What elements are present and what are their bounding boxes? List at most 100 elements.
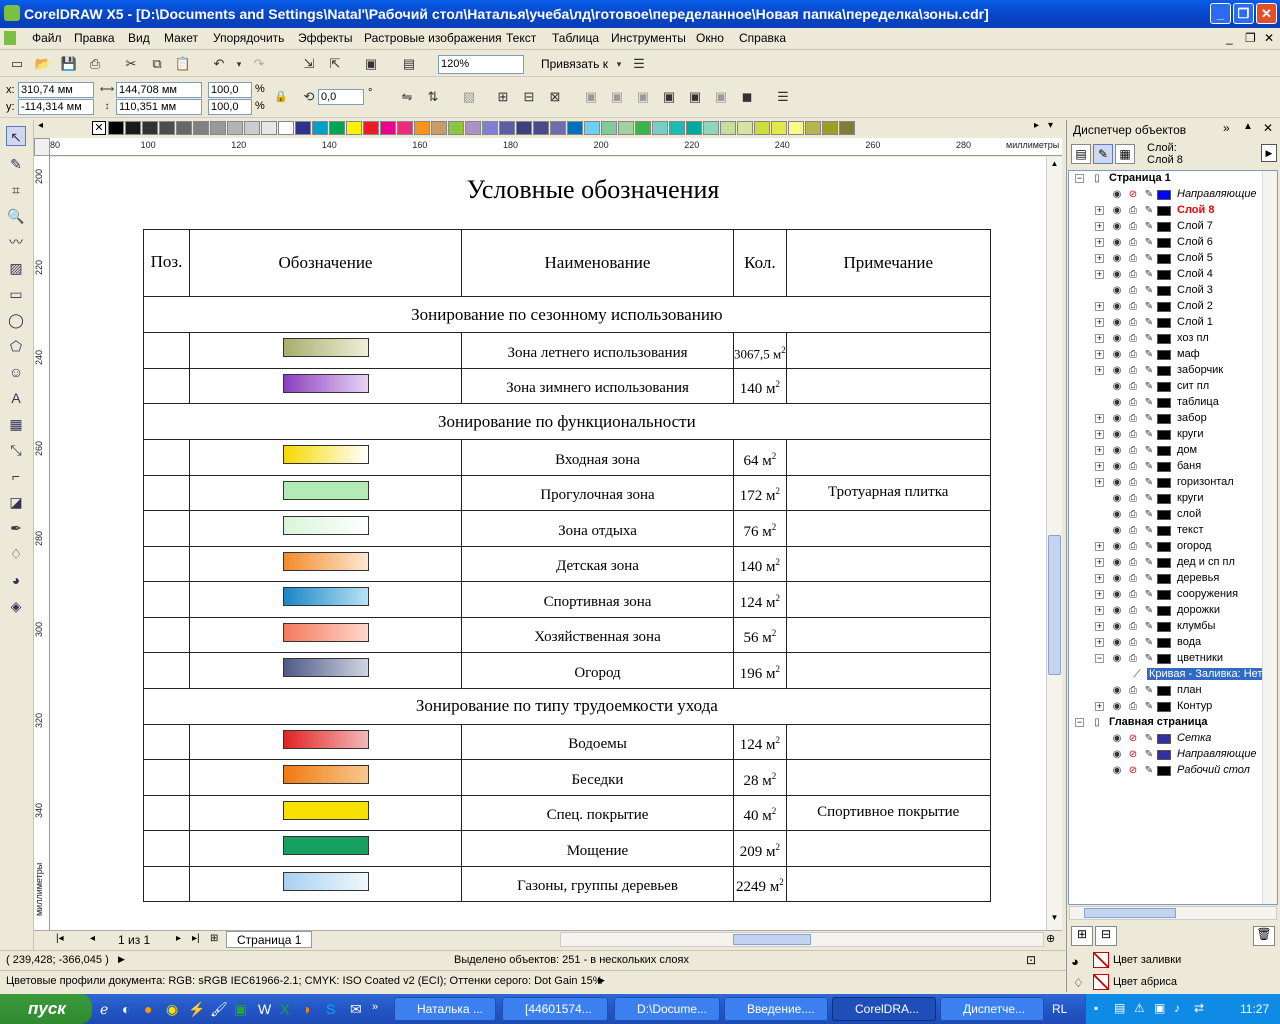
color-sample[interactable] — [282, 622, 369, 642]
expand-icon[interactable]: + — [1095, 478, 1104, 487]
expand-icon[interactable]: + — [1095, 622, 1104, 631]
pencil-icon[interactable]: ✎ — [1143, 749, 1155, 761]
tree-row[interactable]: + ◉ ⎙ ✎ Контур — [1069, 699, 1277, 715]
pencil-icon[interactable]: ✎ — [1143, 733, 1155, 745]
palette-swatch[interactable] — [567, 121, 583, 135]
expand-icon[interactable]: + — [1095, 206, 1104, 215]
tree-row[interactable]: + ◉ ⎙ ✎ Слой 1 — [1069, 315, 1277, 331]
printer-icon[interactable]: ⎙ — [1127, 637, 1139, 649]
expand-icon[interactable]: + — [1095, 334, 1104, 343]
printer-icon[interactable]: ⎙ — [1127, 317, 1139, 329]
align-icon[interactable]: ☰ — [774, 88, 792, 106]
menu-tools[interactable]: Инструменты — [611, 31, 686, 45]
zoom-tool-icon[interactable]: 🔍 — [6, 206, 26, 226]
collapse-icon[interactable]: − — [1075, 718, 1084, 727]
pencil-icon[interactable]: ✎ — [1143, 557, 1155, 569]
pencil-icon[interactable]: ✎ — [1143, 301, 1155, 313]
layer-color-swatch[interactable] — [1157, 222, 1171, 232]
no-outline-swatch[interactable] — [1093, 974, 1109, 990]
eye-icon[interactable]: ◉ — [1111, 525, 1123, 537]
scroll-up-button[interactable]: ▲ — [1048, 159, 1061, 173]
tray-icon-3[interactable]: ⚠ — [1134, 1001, 1145, 1015]
menu-bitmaps[interactable]: Растровые изображения — [364, 31, 502, 45]
layer-manager-view-icon[interactable]: ▦ — [1115, 144, 1135, 164]
eye-icon[interactable]: ◉ — [1111, 189, 1123, 201]
expand-icon[interactable]: + — [1095, 366, 1104, 375]
lock-ratio-icon[interactable]: 🔒 — [272, 88, 290, 106]
pencil-icon[interactable]: ✎ — [1143, 493, 1155, 505]
eye-icon[interactable]: ◉ — [1111, 605, 1123, 617]
basic-shapes-icon[interactable]: ☺ — [6, 362, 26, 382]
printer-icon[interactable]: ⎙ — [1127, 509, 1139, 521]
back-minus-front-icon[interactable]: ▣ — [686, 88, 704, 106]
printer-icon[interactable]: ⎙ — [1127, 301, 1139, 313]
menu-window[interactable]: Окно — [696, 31, 724, 45]
layer-color-swatch[interactable] — [1157, 318, 1171, 328]
tree-row[interactable]: − ▯ Главная страница — [1069, 715, 1277, 731]
tray-volume-icon[interactable]: ♪ — [1174, 1001, 1180, 1015]
prev-page-icon[interactable]: ◂ — [90, 933, 95, 944]
mirror-v-icon[interactable]: ⇅ — [424, 88, 442, 106]
expand-icon[interactable]: + — [1095, 302, 1104, 311]
tree-row[interactable]: ◉ ⎙ ✎ таблица — [1069, 395, 1277, 411]
printer-icon[interactable]: ⎙ — [1127, 477, 1139, 489]
layer-color-swatch[interactable] — [1157, 590, 1171, 600]
eye-icon[interactable]: ◉ — [1111, 749, 1123, 761]
eye-icon[interactable]: ◉ — [1111, 413, 1123, 425]
tree-row[interactable]: + ◉ ⎙ ✎ баня — [1069, 459, 1277, 475]
layer-color-swatch[interactable] — [1157, 526, 1171, 536]
palette-swatch[interactable] — [805, 121, 821, 135]
tree-row[interactable]: ◉ ⎙ ✎ слой — [1069, 507, 1277, 523]
eye-icon[interactable]: ◉ — [1111, 637, 1123, 649]
palette-swatch[interactable] — [414, 121, 430, 135]
pencil-icon[interactable]: ✎ — [1143, 365, 1155, 377]
simplify-icon[interactable]: ▣ — [634, 88, 652, 106]
x-position-field[interactable]: 310,74 мм — [18, 82, 94, 98]
new-master-layer-icon[interactable]: ⊟ — [1095, 926, 1117, 946]
layer-color-swatch[interactable] — [1157, 350, 1171, 360]
printer-icon[interactable]: ⊘ — [1127, 749, 1139, 761]
printer-icon[interactable]: ⎙ — [1127, 349, 1139, 361]
expand-icon[interactable]: + — [1095, 350, 1104, 359]
maximize-button[interactable]: ❐ — [1233, 3, 1254, 24]
pencil-icon[interactable]: ✎ — [1143, 253, 1155, 265]
mirror-h-icon[interactable]: ⇋ — [398, 88, 416, 106]
create-boundary-icon[interactable]: ◼ — [738, 88, 756, 106]
eye-icon[interactable]: ◉ — [1111, 365, 1123, 377]
excel-icon[interactable]: ▣ — [234, 1001, 247, 1018]
printer-icon[interactable]: ⎙ — [1127, 493, 1139, 505]
pencil-icon[interactable]: ✎ — [1143, 445, 1155, 457]
height-field[interactable]: 110,351 мм — [116, 99, 202, 115]
printer-icon[interactable]: ⎙ — [1127, 541, 1139, 553]
pencil-icon[interactable]: ✎ — [1143, 509, 1155, 521]
chrome-icon[interactable]: ◉ — [166, 1001, 178, 1018]
eye-icon[interactable]: ◉ — [1111, 509, 1123, 521]
eye-icon[interactable]: ◉ — [1111, 477, 1123, 489]
expand-icon[interactable]: + — [1095, 590, 1104, 599]
pencil-icon[interactable]: ✎ — [1143, 605, 1155, 617]
tree-row[interactable]: + ◉ ⎙ ✎ сооружения — [1069, 587, 1277, 603]
docker-expand-icon[interactable]: » — [1223, 121, 1230, 135]
export-icon[interactable]: ⇱ — [326, 55, 344, 73]
palette-swatch[interactable] — [635, 121, 651, 135]
profile-expand-icon[interactable]: ▶ — [598, 975, 605, 986]
layer-color-swatch[interactable] — [1157, 750, 1171, 760]
zoom-navigator-icon[interactable]: ⊕ — [1046, 932, 1055, 945]
tree-row[interactable]: + ◉ ⎙ ✎ Слой 7 — [1069, 219, 1277, 235]
docker-menu-icon[interactable]: ▶ — [1261, 144, 1277, 162]
expand-icon[interactable]: + — [1095, 462, 1104, 471]
printer-icon[interactable]: ⊘ — [1127, 733, 1139, 745]
printer-icon[interactable]: ⎙ — [1127, 525, 1139, 537]
palette-swatch[interactable] — [312, 121, 328, 135]
trim-icon[interactable]: ▣ — [582, 88, 600, 106]
scroll-thumb[interactable] — [1048, 535, 1061, 675]
palette-swatch[interactable] — [788, 121, 804, 135]
horizontal-scrollbar[interactable] — [560, 932, 1044, 947]
save-icon[interactable]: 💾 — [60, 55, 78, 73]
scale-y-field[interactable]: 100,0 — [208, 99, 252, 115]
firefox-icon[interactable]: ● — [144, 1001, 152, 1017]
ruler-corner[interactable] — [34, 138, 50, 156]
paint-icon[interactable]: 🖌 — [210, 1001, 228, 1018]
layer-color-swatch[interactable] — [1157, 638, 1171, 648]
layer-color-swatch[interactable] — [1157, 334, 1171, 344]
